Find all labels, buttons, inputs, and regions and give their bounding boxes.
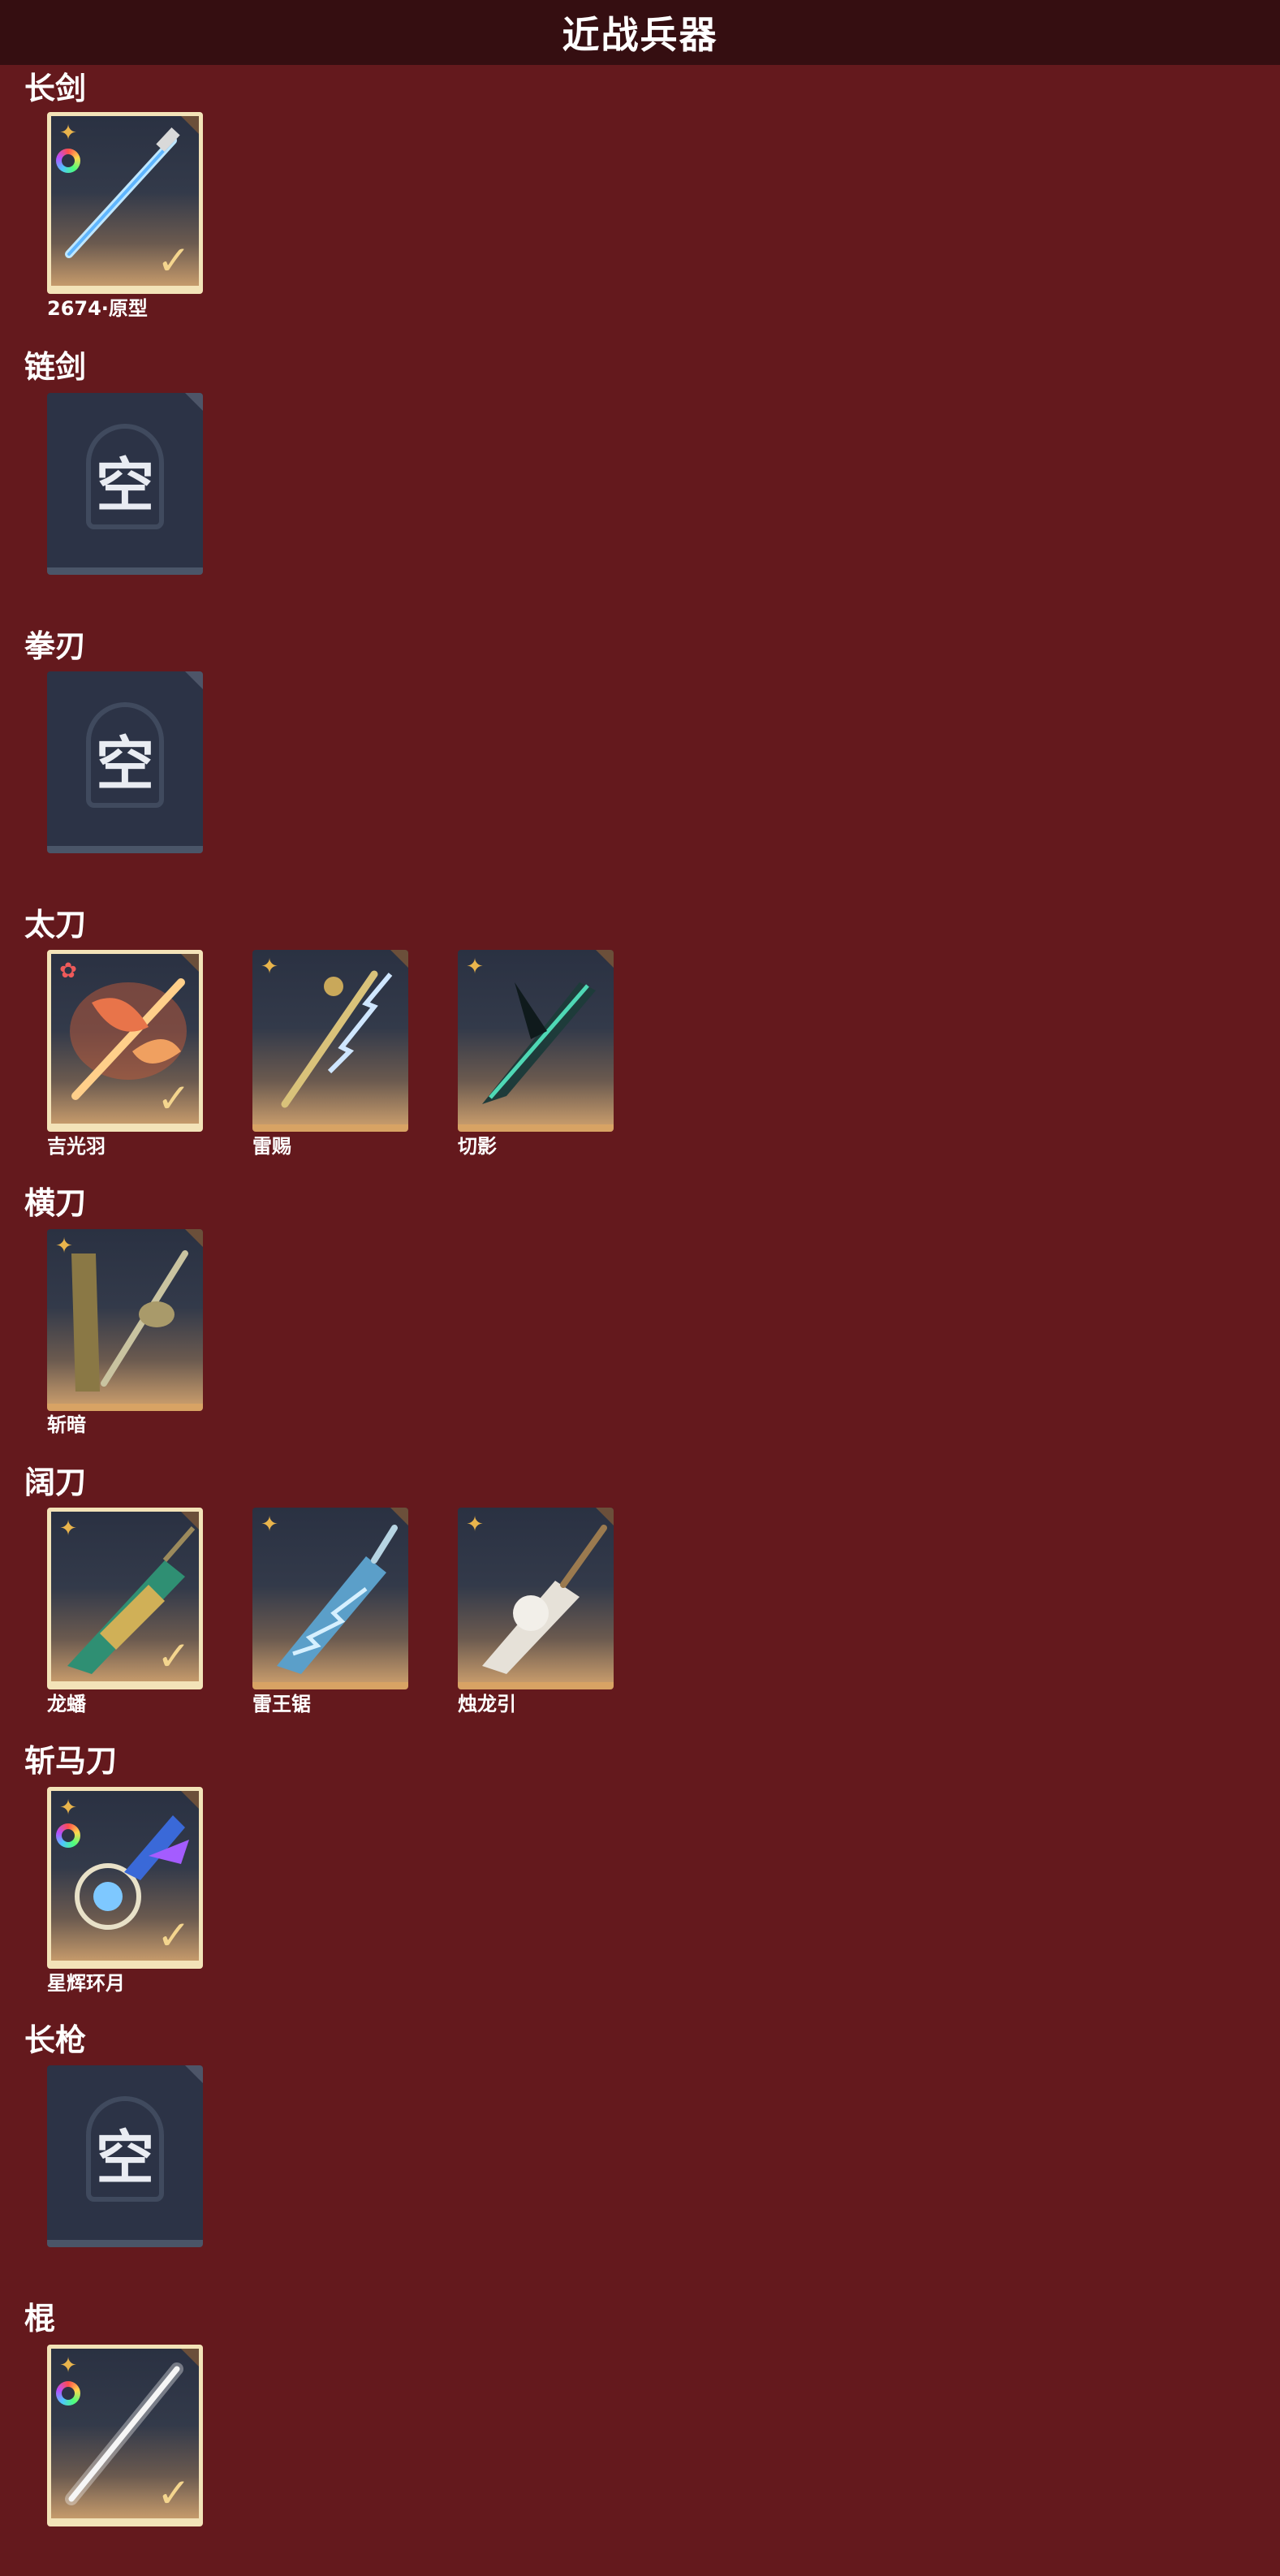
checkmark-icon: ✓ (157, 1912, 191, 1959)
weapon-tile-longpan[interactable]: ✦ ✓ (47, 1508, 203, 1689)
rainbow-ring-icon (56, 1823, 80, 1848)
weapon-name-label: 吉光羽 (47, 1135, 106, 1158)
weapon-name-label: 雷赐 (252, 1135, 291, 1158)
weapon-name-label: 烛龙引 (458, 1693, 516, 1715)
category-title-broadsword: 阔刀 (24, 1465, 87, 1500)
checkmark-icon: ✓ (157, 1075, 191, 1122)
weapon-name-label: 2674·原型 (47, 297, 148, 320)
page-title: 近战兵器 (562, 13, 718, 57)
weapon-name-label: 斩暗 (47, 1413, 86, 1436)
empty-slot-label: 空 (95, 730, 154, 798)
category-title-longsword: 长剑 (24, 71, 87, 106)
category-title-chain-sword: 链剑 (24, 349, 87, 385)
weapon-name-label: 雷王锯 (252, 1693, 311, 1715)
checkmark-icon: ✓ (157, 1633, 191, 1680)
rainbow-ring-icon (56, 149, 80, 173)
four-point-star-icon: ✦ (261, 1512, 278, 1537)
four-point-star-icon: ✦ (466, 1512, 484, 1537)
category-title-spear: 长枪 (24, 2022, 87, 2058)
four-point-star-icon: ✦ (261, 955, 278, 979)
rainbow-ring-icon (56, 2381, 80, 2406)
category-title-staff: 棍 (24, 2301, 56, 2337)
empty-slot-label: 空 (95, 451, 154, 520)
weapon-tile-zhulongyin[interactable]: ✦ (458, 1508, 614, 1689)
weapon-tile-staff[interactable]: ✦ ✓ (47, 2345, 203, 2526)
weapon-tile-xinghuihuanyue[interactable]: ✦ ✓ (47, 1787, 203, 1969)
four-point-star-icon: ✦ (59, 2354, 77, 2378)
category-title-fist-blade: 拳刃 (24, 628, 87, 664)
four-point-star-icon: ✦ (55, 1234, 73, 1258)
weapon-tile-jiguangyu[interactable]: ✿ ✓ (47, 950, 203, 1132)
empty-slot-chain-sword[interactable]: 空 (47, 393, 203, 575)
empty-slot-label: 空 (95, 2124, 154, 2192)
weapon-name-label: 切影 (458, 1135, 497, 1158)
category-title-tachi: 太刀 (24, 907, 87, 943)
weapon-tile-leici[interactable]: ✦ (252, 950, 408, 1132)
category-title-hengdao: 横刀 (24, 1185, 87, 1221)
weapon-tile-longsword-prototype[interactable]: ✦ ✓ (47, 112, 203, 294)
four-point-star-icon: ✦ (59, 1796, 77, 1820)
four-point-star-icon: ✦ (59, 1517, 77, 1541)
four-point-star-icon: ✿ (59, 959, 77, 983)
four-point-star-icon: ✦ (59, 121, 77, 145)
checkmark-icon: ✓ (157, 2470, 191, 2517)
empty-slot-spear[interactable]: 空 (47, 2065, 203, 2247)
category-title-zhanmadao: 斩马刀 (24, 1743, 118, 1779)
weapon-tile-leiwangju[interactable]: ✦ (252, 1508, 408, 1689)
page-header: 近战兵器 (0, 0, 1280, 65)
weapon-name-label: 星辉环月 (47, 1972, 125, 1995)
checkmark-icon: ✓ (157, 237, 191, 284)
weapon-tile-qieying[interactable]: ✦ (458, 950, 614, 1132)
empty-slot-fist-blade[interactable]: 空 (47, 671, 203, 853)
weapon-tile-zhanan[interactable]: ✦ (47, 1229, 203, 1411)
weapon-name-label: 龙蟠 (47, 1693, 86, 1715)
four-point-star-icon: ✦ (466, 955, 484, 979)
